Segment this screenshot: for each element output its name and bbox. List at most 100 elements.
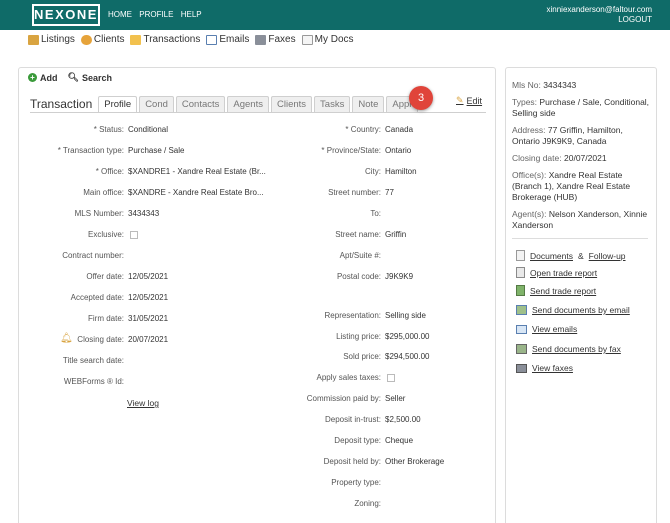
tab-agents[interactable]: Agents [227, 96, 269, 113]
right_fields-label: Commission paid by: [306, 394, 381, 403]
send-documents-fax-label: Send documents by fax [532, 344, 621, 354]
module-emails-label: Emails [219, 34, 250, 45]
module-faxes-label: Faxes [268, 34, 296, 45]
left_fields-value: $XANDRE - Xandre Real Estate Bro... [128, 188, 264, 197]
left_fields-label: * Transaction type: [57, 146, 124, 155]
left_fields-label: MLS Number: [74, 209, 124, 218]
send-report-icon [516, 285, 525, 296]
people-icon [80, 34, 92, 45]
exclusive-checkbox[interactable] [130, 231, 138, 239]
right_fields-label: Property type: [331, 478, 381, 487]
module-clients[interactable]: Clients [80, 34, 124, 45]
left_fields-label: Contract number: [62, 251, 124, 260]
right_fields-label: Street name: [335, 230, 381, 239]
summary-closing: Closing date: 20/07/2021 [512, 153, 652, 164]
left_fields-label: WEBForms ® Id: [63, 377, 124, 386]
summary-mls-value: 3434343 [543, 80, 577, 90]
send-trade-report-link[interactable]: Send trade report [516, 285, 596, 296]
search-label: Search [81, 72, 112, 83]
left_fields-value: 20/07/2021 [128, 335, 169, 344]
nav-profile[interactable]: PROFILE [139, 10, 173, 19]
tab-tasks[interactable]: Tasks [314, 96, 351, 113]
module-listings[interactable]: Listings [28, 34, 75, 45]
module-emails[interactable]: Emails [206, 34, 249, 45]
tab-clients[interactable]: Clients [270, 96, 313, 113]
summary-offices-label: Office(s): [512, 170, 547, 180]
right_fields-label: City: [365, 167, 381, 176]
documents-followup-link[interactable]: Documents & Follow-up [516, 250, 626, 261]
right_fields-label: Apply sales taxes: [316, 373, 381, 382]
right_fields-value: 77 [385, 188, 394, 197]
module-transactions[interactable]: Transactions [130, 34, 200, 45]
user-box: xinniexanderson@faltour.com LOGOUT [546, 5, 652, 25]
right_fields-value: Canada [385, 125, 414, 134]
plus-icon: + [28, 73, 37, 82]
summary-mls-label: Mls No: [512, 80, 541, 90]
view-faxes-link[interactable]: View faxes [516, 363, 573, 373]
module-transactions-label: Transactions [143, 34, 201, 45]
add-label: Add [40, 72, 58, 83]
right_fields-label: Representation: [324, 311, 381, 320]
left_fields-label: Closing date: [77, 335, 124, 344]
view-faxes-label: View faxes [532, 363, 573, 373]
right_fields-value: J9K9K9 [385, 272, 414, 281]
step-badge: 3 [409, 86, 433, 110]
right_fields-label: To: [370, 209, 381, 218]
send-documents-email-link[interactable]: Send documents by email [516, 305, 630, 315]
left_fields-value: Purchase / Sale [128, 146, 185, 155]
summary-types-label: Types: [512, 97, 538, 107]
right_fields-value: $295,000.00 [385, 332, 430, 341]
nexone-logo[interactable]: NEXONE [32, 4, 100, 26]
module-my-docs[interactable]: My Docs [301, 34, 354, 45]
left_fields-value: 12/05/2021 [128, 272, 169, 281]
left_fields-label: * Office: [95, 167, 124, 176]
followup-link[interactable]: Follow-up [589, 251, 626, 261]
documents-icon [301, 34, 313, 45]
left_fields-value: 3434343 [128, 209, 160, 218]
right_fields-label: Apt/Suite #: [339, 251, 381, 260]
tab-cond[interactable]: Cond [139, 96, 174, 113]
transaction-title: Transaction [30, 97, 93, 111]
left_fields-label: Firm date: [87, 314, 124, 323]
open-trade-report-link[interactable]: Open trade report [516, 267, 597, 278]
tab-profile[interactable]: Profile [98, 96, 138, 113]
nav-home[interactable]: HOME [108, 10, 132, 19]
documents-link[interactable]: Documents [530, 251, 573, 261]
right_fields-value: Griffin [385, 230, 407, 239]
right_fields-label: * Country: [345, 125, 381, 134]
view-log-link[interactable]: View log [127, 398, 159, 408]
send-documents-fax-link[interactable]: Send documents by fax [516, 344, 621, 354]
top-bar: NEXONE HOME PROFILE HELP xinniexanderson… [0, 0, 670, 30]
search-icon: 🔍︎ [67, 72, 79, 82]
envelope-icon [206, 34, 218, 45]
open-trade-report-label: Open trade report [530, 267, 598, 278]
top-nav: HOME PROFILE HELP [108, 10, 207, 19]
logout-link[interactable]: LOGOUT [546, 15, 652, 25]
fax-document-icon [516, 344, 527, 354]
send-trade-report-label: Send trade report [530, 285, 597, 296]
left_fields-label: Exclusive: [87, 230, 124, 239]
summary-address-label: Address: [512, 125, 546, 135]
printer-icon [516, 363, 527, 373]
right_fields-label: Listing price: [336, 332, 381, 341]
right_fields-label: Deposit in-trust: [324, 415, 381, 424]
summary-agents: Agent(s): Nelson Xanderson, Xinnie Xande… [512, 209, 652, 231]
house-icon [28, 34, 39, 45]
apply-sales-taxes-checkbox[interactable] [387, 374, 395, 382]
left_fields-value: Conditional [128, 125, 169, 134]
tab-contacts[interactable]: Contacts [175, 96, 226, 113]
user-email: xinniexanderson@faltour.com [546, 5, 652, 14]
left_fields-label: Title search date: [62, 356, 124, 365]
view-emails-link[interactable]: View emails [516, 324, 577, 334]
tab-divider [30, 112, 486, 113]
right_fields-value: Hamilton [385, 167, 417, 176]
tab-note[interactable]: Note [352, 96, 385, 113]
nav-help[interactable]: HELP [181, 10, 202, 19]
document-icon [516, 250, 525, 261]
bell-icon: 🔔︎ [60, 333, 73, 344]
module-faxes[interactable]: Faxes [255, 34, 296, 45]
edit-button[interactable]: ✎ Edit [456, 95, 482, 106]
summary-mls: Mls No: 3434343 [512, 80, 652, 91]
add-button[interactable]: + Add [28, 72, 58, 83]
search-button[interactable]: 🔍︎ Search [68, 72, 112, 83]
